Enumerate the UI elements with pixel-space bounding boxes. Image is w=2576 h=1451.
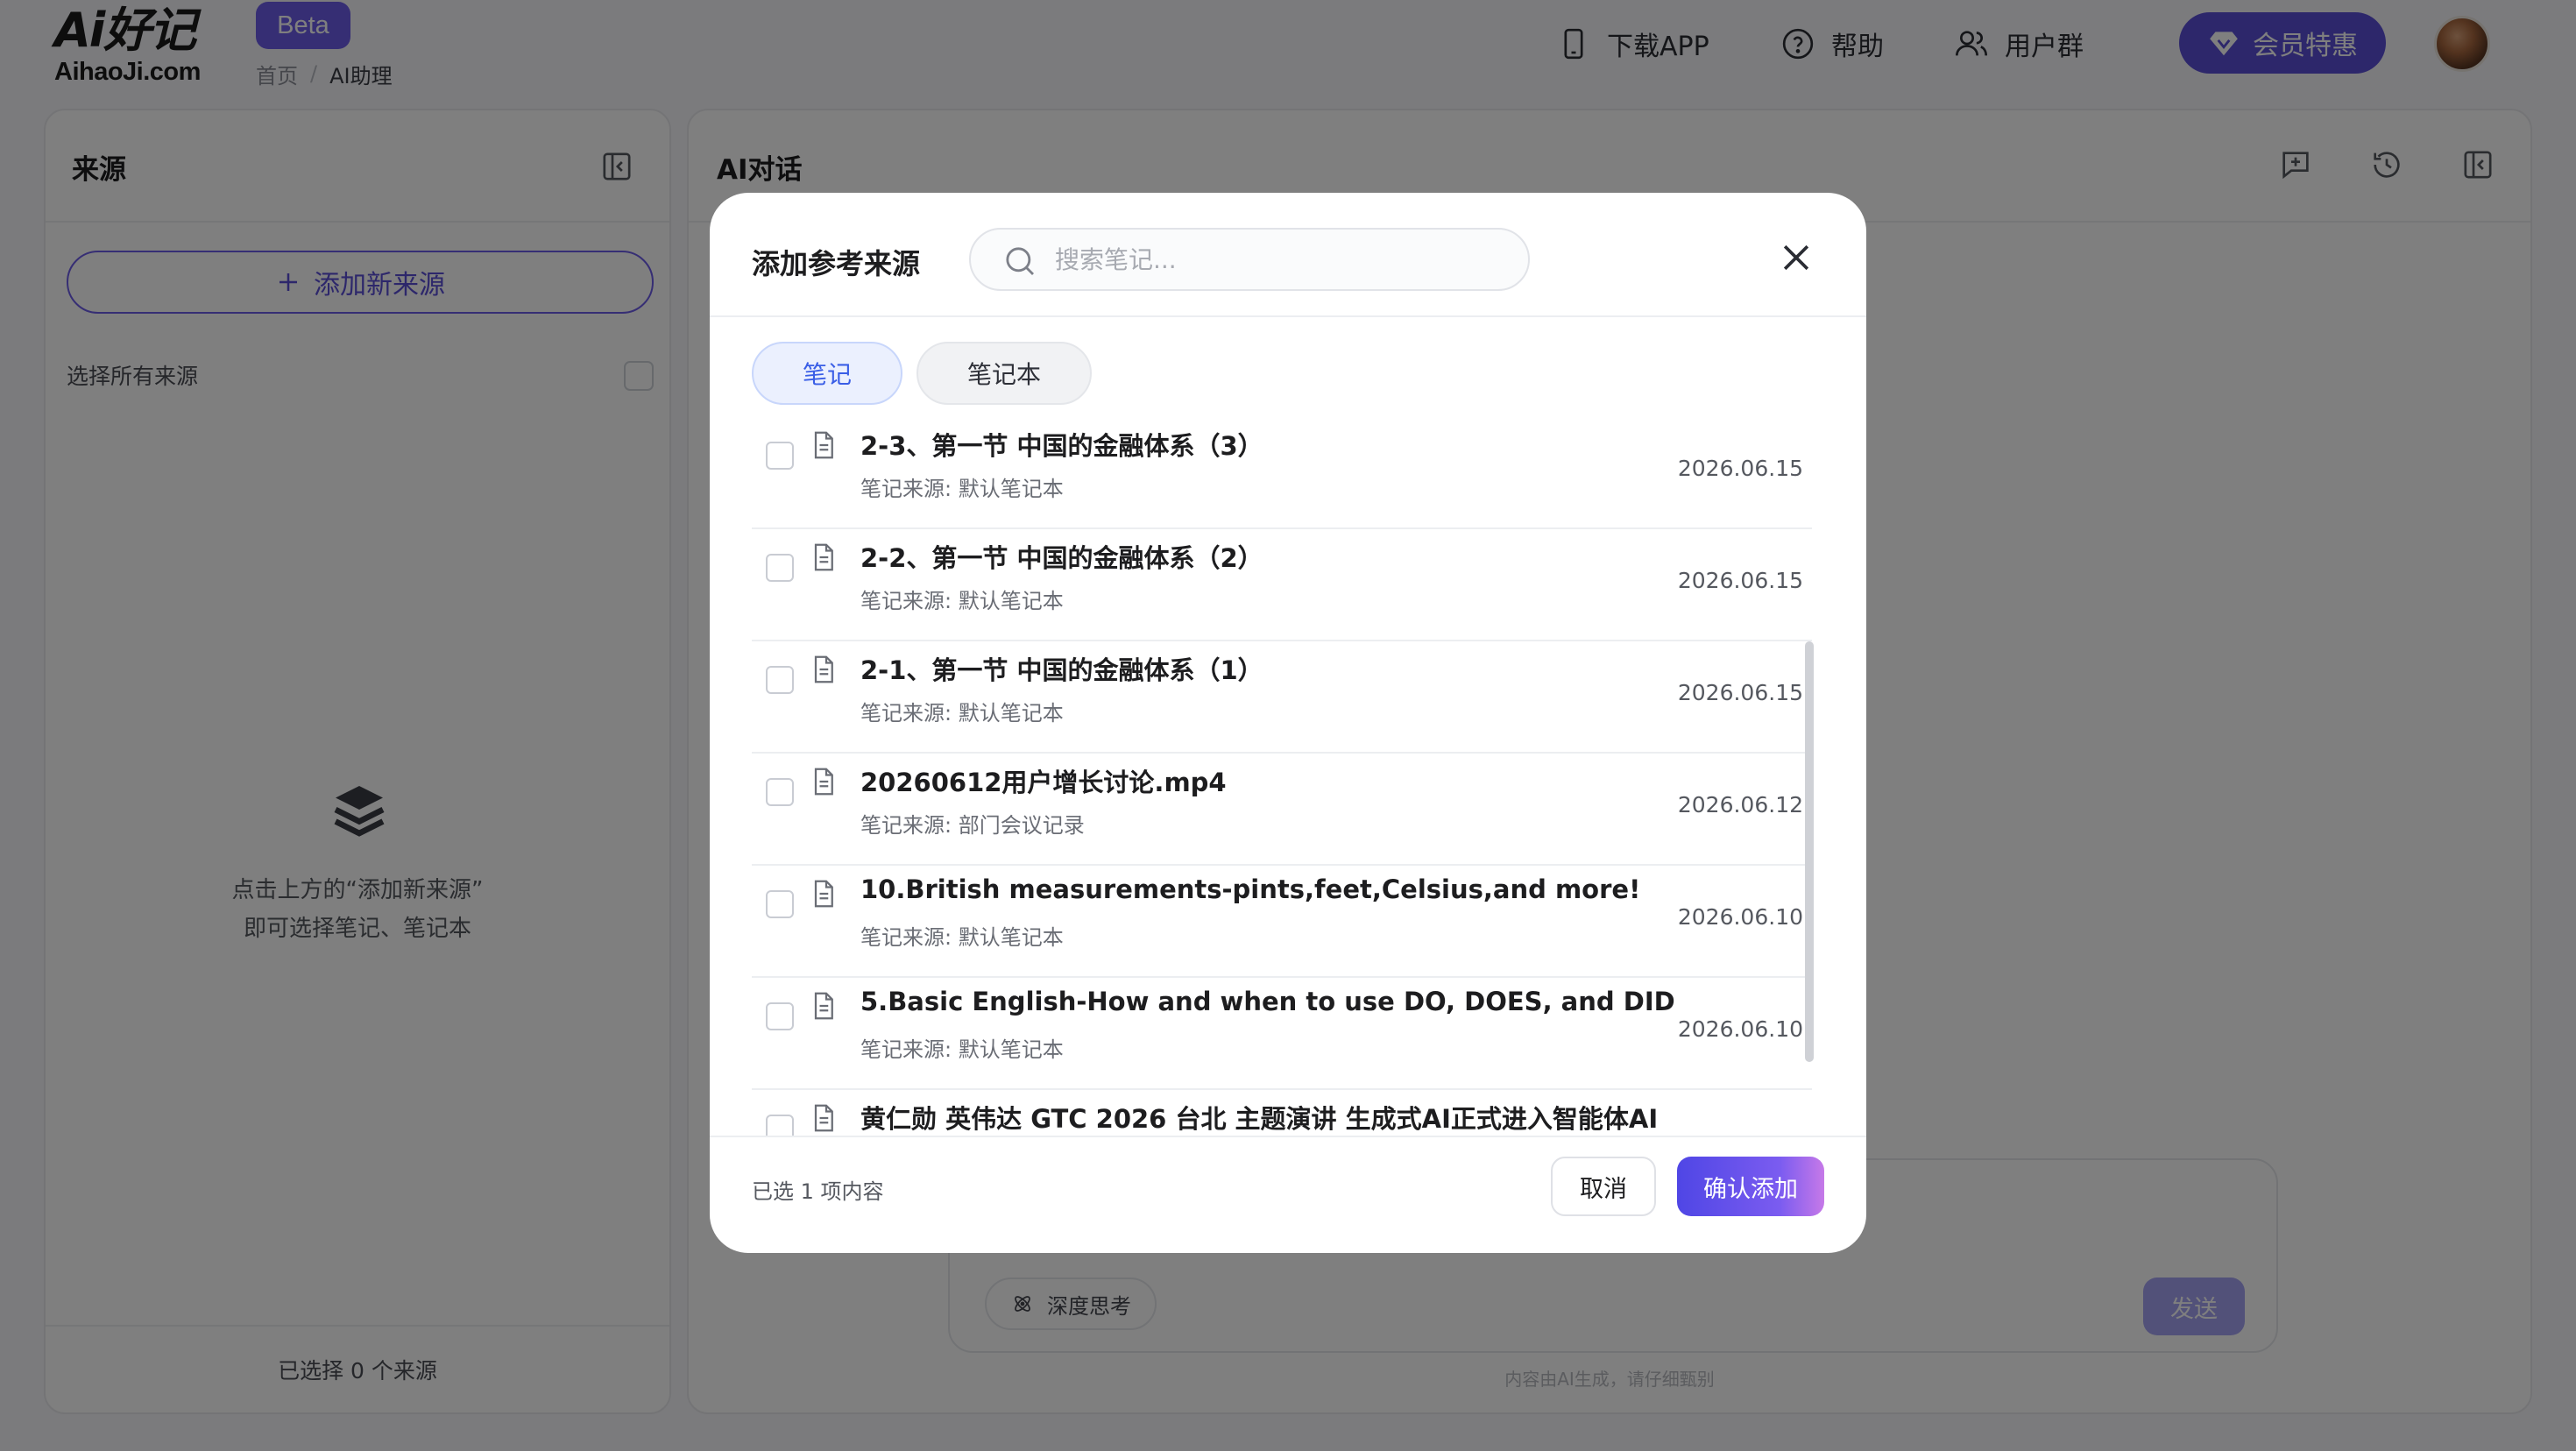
item-checkbox[interactable]: [766, 778, 794, 806]
item-source: 笔记来源: 默认笔记本: [860, 1037, 1064, 1062]
list-item[interactable]: 2-2、第一节 中国的金融体系（2） 笔记来源: 默认笔记本 2026.06.1…: [752, 529, 1812, 641]
item-checkbox[interactable]: [766, 554, 794, 582]
modal-title: 添加参考来源: [752, 247, 921, 280]
item-title: 黄仁勋 英伟达 GTC 2026 台北 主题演讲 生成式AI正式进入智能体AI: [860, 1104, 1659, 1134]
item-checkbox[interactable]: [766, 442, 794, 470]
note-list: 2-3、第一节 中国的金融体系（3） 笔记来源: 默认笔记本 2026.06.1…: [752, 417, 1812, 1137]
document-icon: [814, 543, 833, 571]
item-source: 笔记来源: 默认笔记本: [860, 701, 1064, 726]
selected-count: 已选 1 项内容: [752, 1179, 884, 1204]
item-title: 5.Basic English-How and when to use DO, …: [860, 987, 1675, 1016]
document-icon: [814, 992, 833, 1020]
item-source: 笔记来源: 默认笔记本: [860, 477, 1064, 501]
confirm-add-button[interactable]: 确认添加: [1677, 1157, 1824, 1216]
close-icon: [1783, 244, 1809, 271]
item-title: 2-2、第一节 中国的金融体系（2）: [860, 543, 1263, 573]
item-date: 2026.06.12: [1677, 792, 1803, 818]
item-source: 笔记来源: 默认笔记本: [860, 589, 1064, 613]
list-item[interactable]: 2-1、第一节 中国的金融体系（1） 笔记来源: 默认笔记本 2026.06.1…: [752, 641, 1812, 754]
note-search-box: [969, 228, 1530, 291]
add-source-modal: 添加参考来源 笔记 笔记本 2-3、第一节 中国的金融体系（3） 笔记来源: 默…: [710, 193, 1866, 1253]
modal-header-divider: [710, 315, 1866, 317]
item-source: 笔记来源: 部门会议记录: [860, 813, 1085, 838]
item-title: 10.British measurements-pints,feet,Celsi…: [860, 874, 1641, 904]
item-source: 笔记来源: 默认笔记本: [860, 925, 1064, 950]
document-icon: [814, 880, 833, 908]
item-checkbox[interactable]: [766, 666, 794, 694]
tab-notebooks[interactable]: 笔记本: [916, 342, 1092, 405]
list-scrollbar[interactable]: [1805, 641, 1814, 1062]
list-item[interactable]: 2-3、第一节 中国的金融体系（3） 笔记来源: 默认笔记本 2026.06.1…: [752, 417, 1812, 529]
item-date: 2026.06.15: [1677, 680, 1803, 705]
tab-notes[interactable]: 笔记: [752, 342, 902, 405]
list-item[interactable]: 5.Basic English-How and when to use DO, …: [752, 978, 1812, 1090]
cancel-button[interactable]: 取消: [1551, 1157, 1656, 1216]
list-item[interactable]: 20260612用户增长讨论.mp4 笔记来源: 部门会议记录 2026.06.…: [752, 754, 1812, 866]
item-checkbox[interactable]: [766, 1002, 794, 1030]
list-item[interactable]: 黄仁勋 英伟达 GTC 2026 台北 主题演讲 生成式AI正式进入智能体AI: [752, 1090, 1812, 1137]
document-icon: [814, 431, 833, 459]
document-icon: [814, 768, 833, 796]
item-date: 2026.06.10: [1677, 904, 1803, 930]
item-title: 2-1、第一节 中国的金融体系（1）: [860, 655, 1263, 685]
item-date: 2026.06.15: [1677, 568, 1803, 593]
document-icon: [814, 1104, 833, 1132]
item-checkbox[interactable]: [766, 1115, 794, 1137]
item-checkbox[interactable]: [766, 890, 794, 918]
document-icon: [814, 655, 833, 683]
modal-footer-divider: [710, 1136, 1866, 1137]
list-item[interactable]: 10.British measurements-pints,feet,Celsi…: [752, 866, 1812, 978]
item-date: 2026.06.10: [1677, 1016, 1803, 1042]
note-search-input[interactable]: [1055, 238, 1511, 280]
item-date: 2026.06.15: [1677, 456, 1803, 481]
item-title: 2-3、第一节 中国的金融体系（3）: [860, 431, 1263, 461]
search-icon: [1006, 247, 1035, 276]
close-modal-button[interactable]: [1777, 238, 1815, 277]
item-title: 20260612用户增长讨论.mp4: [860, 768, 1227, 797]
